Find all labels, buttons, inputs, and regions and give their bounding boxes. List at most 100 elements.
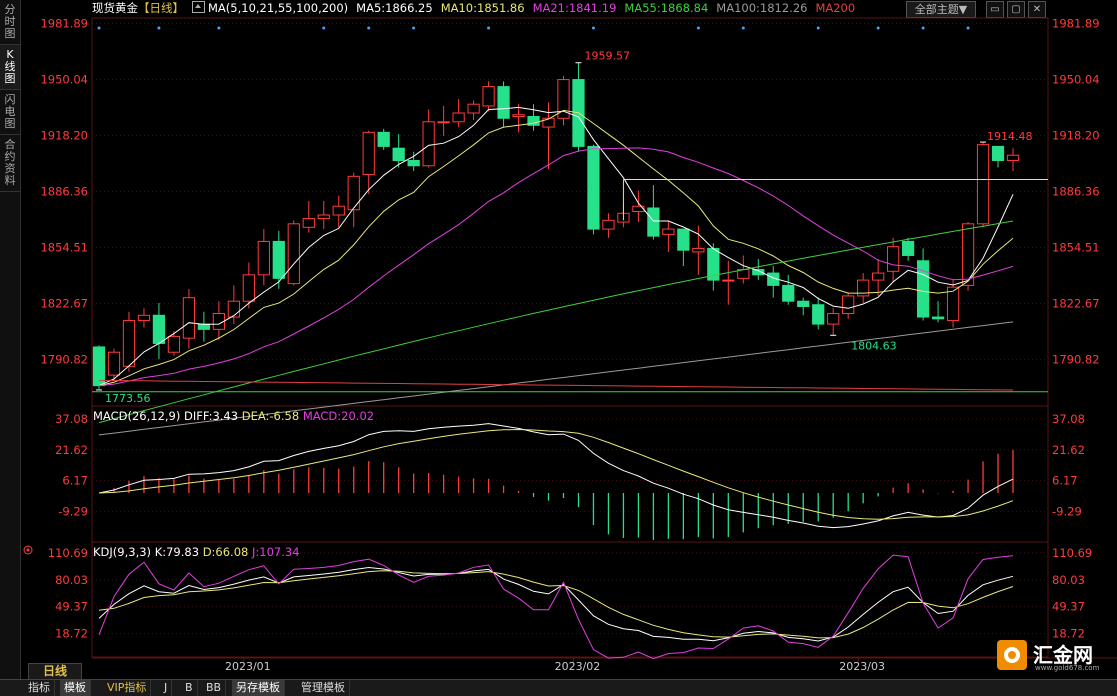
event-dot [876,26,880,30]
candle-body [872,272,885,281]
candle-body [362,131,375,176]
candle-body [512,114,525,118]
candle-body [422,121,435,167]
event-dot [816,26,820,30]
candle-body [257,240,270,276]
tab-vip-indicators[interactable]: VIP指标 [103,680,152,696]
event-dot [921,26,925,30]
price-tick-left: 1918.20 [40,129,88,143]
candle-body [901,240,915,256]
x-axis-label: 2023/03 [839,660,885,673]
tab-j[interactable]: J [160,680,173,696]
price-tick-left: 1790.82 [40,353,88,367]
bottom-toolbar: 指标 模板 VIP指标 J B BB 另存模板 管理模板 [0,679,1117,696]
brand-url: www.gold678.com [1035,664,1100,672]
period-button[interactable]: 日线 [28,663,82,680]
candle-body [452,112,465,123]
price-tick-left: 1981.89 [40,16,88,30]
candle-body [242,274,255,302]
kdj-tick-left: 110.69 [48,546,88,560]
macd-tick-left: -9.29 [58,505,88,519]
brand-logo: 汇金网 www.gold678.com [997,636,1107,676]
x-axis-label: 2023/02 [555,660,601,673]
candle-body [392,147,405,161]
high-label: 1959.57 [584,50,630,63]
event-dot [487,26,491,30]
candle-body [167,335,181,353]
candle-body [931,316,945,320]
candle-body [287,223,300,285]
kdj-settings-icon-dot [26,548,30,552]
candle-body [722,279,735,282]
price-tick-left: 1854.51 [40,241,88,255]
event-dot [322,26,326,30]
tab-indicators[interactable]: 指标 [24,680,55,696]
macd-tick-right: 21.62 [1052,443,1085,457]
event-dot [412,26,416,30]
tab-bb[interactable]: BB [202,680,227,696]
price-tick-right: 1950.04 [1052,72,1100,86]
price-tick-left: 1822.67 [40,297,88,311]
candle-body [407,159,420,167]
candle-body [137,314,151,322]
candle-body [677,228,690,251]
kdj-tick-left: 18.72 [55,627,88,641]
candle-body [827,313,840,325]
price-tick-right: 1886.36 [1052,185,1100,199]
candle-body [842,295,855,315]
macd-dea-line [98,428,1014,520]
price-tick-left: 1950.04 [40,72,88,86]
tab-templates[interactable]: 模板 [60,680,91,696]
logo-icon [997,640,1027,670]
event-dot [217,26,221,30]
macd-tick-right: 37.08 [1052,412,1085,426]
candle-body [92,346,106,387]
event-dot [741,26,745,30]
macd-legend: MACD(26,12,9) DIFF:3.43 DEA:-6.58 MACD:2… [93,409,374,423]
candle-body [152,314,166,344]
macd-tick-left: 21.62 [55,443,88,457]
candle-body [662,228,675,235]
ma55-line [98,220,1014,424]
price-tick-right: 1790.82 [1052,353,1100,367]
candle-body [602,219,615,230]
candle-body [587,145,600,230]
kdj-tick-left: 80.03 [55,573,88,587]
kdj-legend: KDJ(9,3,3) K:79.83 D:66.08 J:107.34 [93,545,300,559]
candle-body [182,297,196,339]
candle-body [976,144,990,225]
candle-body [107,351,121,376]
macd-tick-right: 6.17 [1052,474,1078,488]
candle-body [692,247,705,253]
candle-body [302,218,315,228]
tab-b[interactable]: B [181,680,198,696]
candle-body [497,86,510,119]
price-tick-left: 1886.36 [40,185,88,199]
last-high-label: 1914.48 [987,130,1032,143]
event-dot [97,26,101,30]
candle-body [632,205,645,213]
ma200-line [98,379,1014,391]
macd-tick-right: -9.29 [1052,505,1082,519]
kline-chart: 1981.89 1981.89 1950.04 1950.04 1918.20 1918.… [23,16,1117,673]
event-dot [696,26,700,30]
event-dot [966,26,970,30]
event-dot [367,26,371,30]
candle-body [227,300,240,318]
kdj-tick-right: 49.37 [1052,600,1085,614]
price-tick-right: 1822.67 [1052,297,1100,311]
macd-tick-left: 6.17 [62,474,88,488]
price-tick-right: 1918.20 [1052,129,1100,143]
candle-body [1006,154,1020,161]
candle-body [887,246,900,272]
candle-body [122,320,136,367]
tab-save-template[interactable]: 另存模板 [232,680,285,696]
kdj-k-line [98,566,1014,642]
candle-body [347,175,360,211]
price-tick-right: 1854.51 [1052,241,1100,255]
tab-manage-template[interactable]: 管理模板 [297,680,350,696]
candle-body [482,86,495,107]
kdj-tick-right: 110.69 [1052,546,1092,560]
low-label: 1804.63 [851,339,897,352]
x-axis-label: 2023/01 [225,660,271,673]
